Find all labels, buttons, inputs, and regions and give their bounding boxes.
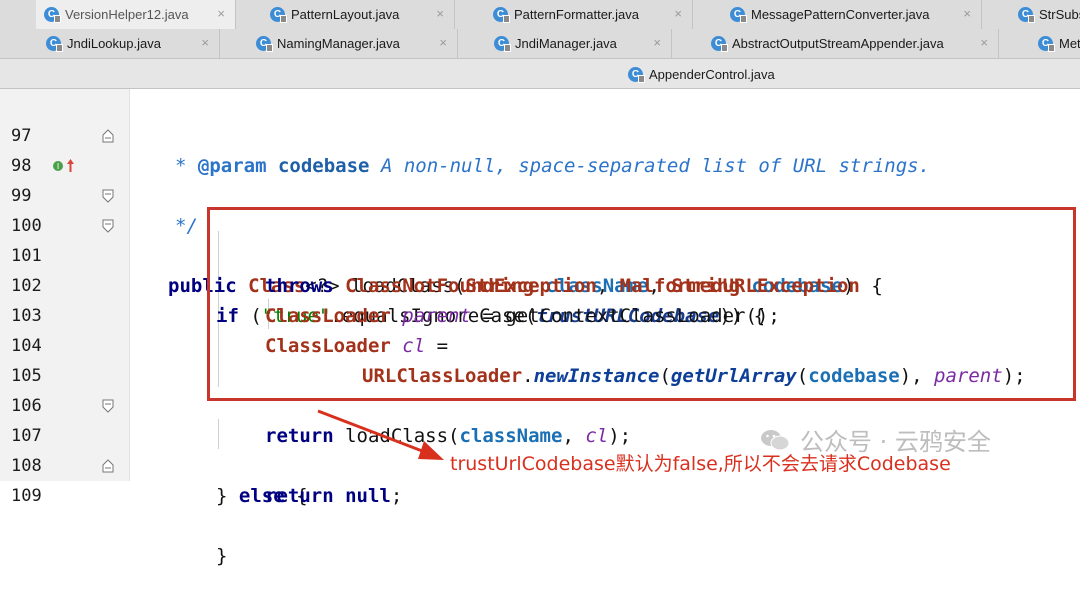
line-number: 109 [11, 486, 42, 506]
tab-label: PatternFormatter.java [514, 7, 639, 22]
java-class-icon: C [494, 36, 511, 52]
close-icon[interactable]: × [963, 6, 971, 21]
close-icon[interactable]: × [217, 6, 225, 21]
tab-label: NamingManager.java [277, 36, 400, 51]
java-class-icon: C [46, 36, 63, 52]
tab-label: VersionHelper12.java [65, 7, 189, 22]
java-class-icon: C [270, 7, 287, 23]
close-icon[interactable]: × [980, 35, 988, 50]
close-icon[interactable]: × [674, 6, 682, 21]
code-text: return null; [265, 481, 402, 511]
keyword: null [345, 485, 391, 507]
java-class-icon: C [44, 7, 61, 23]
tab-label: PatternLayout.java [291, 7, 400, 22]
tab-messagepatternconverter[interactable]: C MessagePatternConverter.java × [722, 0, 982, 29]
tab-namingmanager[interactable]: C NamingManager.java × [248, 29, 458, 58]
code-editor[interactable]: 97 * @param codebase A non-null, space-s… [0, 89, 1080, 567]
tab-patternlayout[interactable]: C PatternLayout.java × [262, 0, 455, 29]
editor-tab-row-1: C VersionHelper12.java × C PatternLayout… [0, 0, 1080, 30]
tab-abstractoutputstreamappender[interactable]: C AbstractOutputStreamAppender.java × [703, 29, 999, 58]
punctuation: ; [390, 485, 403, 507]
editor-tab-row-2: C JndiLookup.java × C NamingManager.java… [0, 29, 1080, 59]
wechat-icon [761, 429, 790, 450]
editor-tab-row-3: C AppenderControl.java [0, 59, 1080, 89]
java-class-icon: C [1038, 36, 1055, 52]
annotation-text: trustUrlCodebase默认为false,所以不会去请求Codebase [450, 453, 951, 475]
tab-label: StrSubs [1039, 7, 1080, 22]
java-class-icon: C [493, 7, 510, 23]
java-class-icon: C [1018, 7, 1035, 23]
close-icon[interactable]: × [201, 35, 209, 50]
tab-label: AbstractOutputStreamAppender.java [732, 36, 944, 51]
tab-patternformatter[interactable]: C PatternFormatter.java × [485, 0, 693, 29]
close-icon[interactable]: × [436, 6, 444, 21]
tab-met[interactable]: C Met [1030, 29, 1080, 58]
close-icon[interactable]: × [653, 35, 661, 50]
tab-label: JndiManager.java [515, 36, 617, 51]
tab-appendercontrol[interactable]: C AppenderControl.java [620, 60, 790, 88]
tab-versionhelper12[interactable]: C VersionHelper12.java × [36, 0, 236, 29]
java-class-icon: C [256, 36, 273, 52]
tab-label: AppenderControl.java [649, 67, 775, 82]
code-text: } [216, 545, 228, 567]
java-class-icon: C [730, 7, 747, 23]
tab-label: Met [1059, 36, 1080, 51]
tab-jndimanager[interactable]: C JndiManager.java × [486, 29, 672, 58]
keyword: return [265, 485, 334, 507]
java-class-icon: C [628, 67, 645, 83]
tab-jndilookup[interactable]: C JndiLookup.java × [38, 29, 220, 58]
close-icon[interactable]: × [439, 35, 447, 50]
tab-label: JndiLookup.java [67, 36, 161, 51]
punctuation: } [216, 485, 239, 507]
tab-strsubs[interactable]: C StrSubs [1010, 0, 1080, 29]
tab-label: MessagePatternConverter.java [751, 7, 930, 22]
java-class-icon: C [711, 36, 728, 52]
